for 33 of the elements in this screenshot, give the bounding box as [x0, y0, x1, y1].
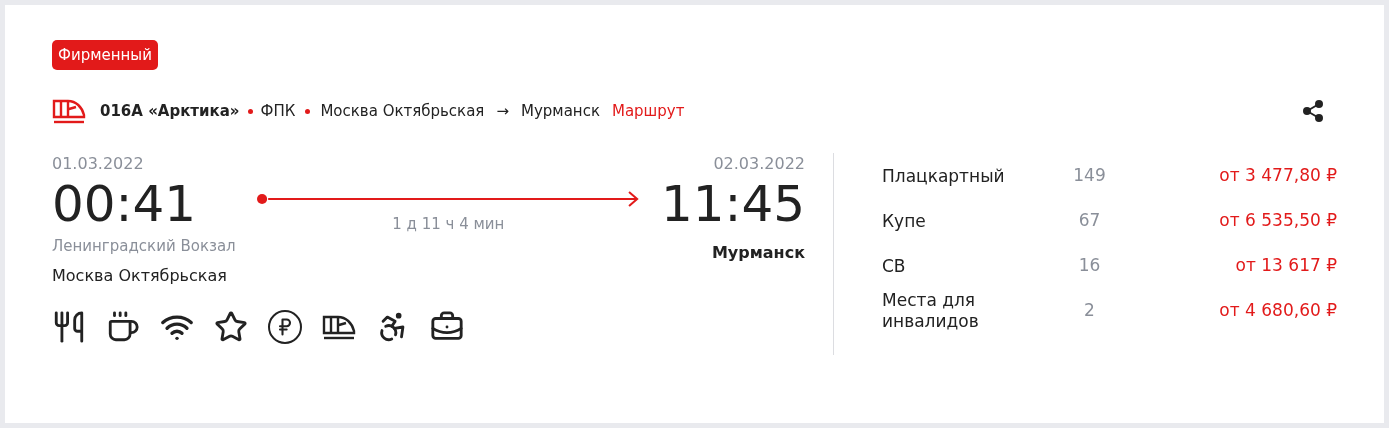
class-price: от 6 535,50 ₽: [1218, 209, 1337, 233]
class-price: от 4 680,60 ₽: [1218, 299, 1337, 323]
carrier: ФПК: [260, 100, 296, 122]
class-name: Купе: [882, 210, 927, 232]
departure-station: Ленинградский Вокзал: [52, 236, 236, 257]
train-name: 016A «Арктика»: [100, 100, 240, 122]
train-icon: [52, 98, 86, 124]
departure-city: Москва Октябрьская: [52, 264, 228, 287]
origin-station: Москва Октябрьская: [320, 100, 485, 122]
class-name: СВ: [882, 255, 907, 277]
class-name: Плацкартный: [882, 165, 1006, 187]
coffee-cup-icon: [106, 309, 140, 344]
class-price: от 13 617 ₽: [1234, 254, 1337, 278]
seat-count: 67: [1077, 209, 1102, 233]
duration: 1 д 11 ч 4 мин: [392, 214, 505, 235]
brand-badge: Фирменный: [52, 40, 158, 70]
arrival-date: 02.03.2022: [713, 153, 805, 175]
arrival-time: 11:45: [660, 175, 805, 233]
departure-time: 00:41: [52, 175, 198, 233]
departure-date: 01.03.2022: [52, 153, 145, 175]
destination-station: Мурманск: [521, 100, 600, 122]
star-icon: [214, 309, 248, 344]
seat-count: 149: [1072, 164, 1107, 188]
fork-knife-icon: [52, 309, 86, 344]
class-price: от 3 477,80 ₽: [1218, 164, 1337, 188]
seat-count: 16: [1077, 254, 1102, 278]
ruble-icon: [268, 309, 302, 344]
route-link[interactable]: Маршрут: [611, 99, 685, 123]
arrival-city: Мурманск: [711, 242, 805, 264]
class-name: Места для инвалидов: [882, 290, 980, 332]
seat-count: 2: [1083, 299, 1096, 323]
arrow-text: →: [496, 100, 509, 122]
share-icon[interactable]: [1301, 99, 1325, 123]
